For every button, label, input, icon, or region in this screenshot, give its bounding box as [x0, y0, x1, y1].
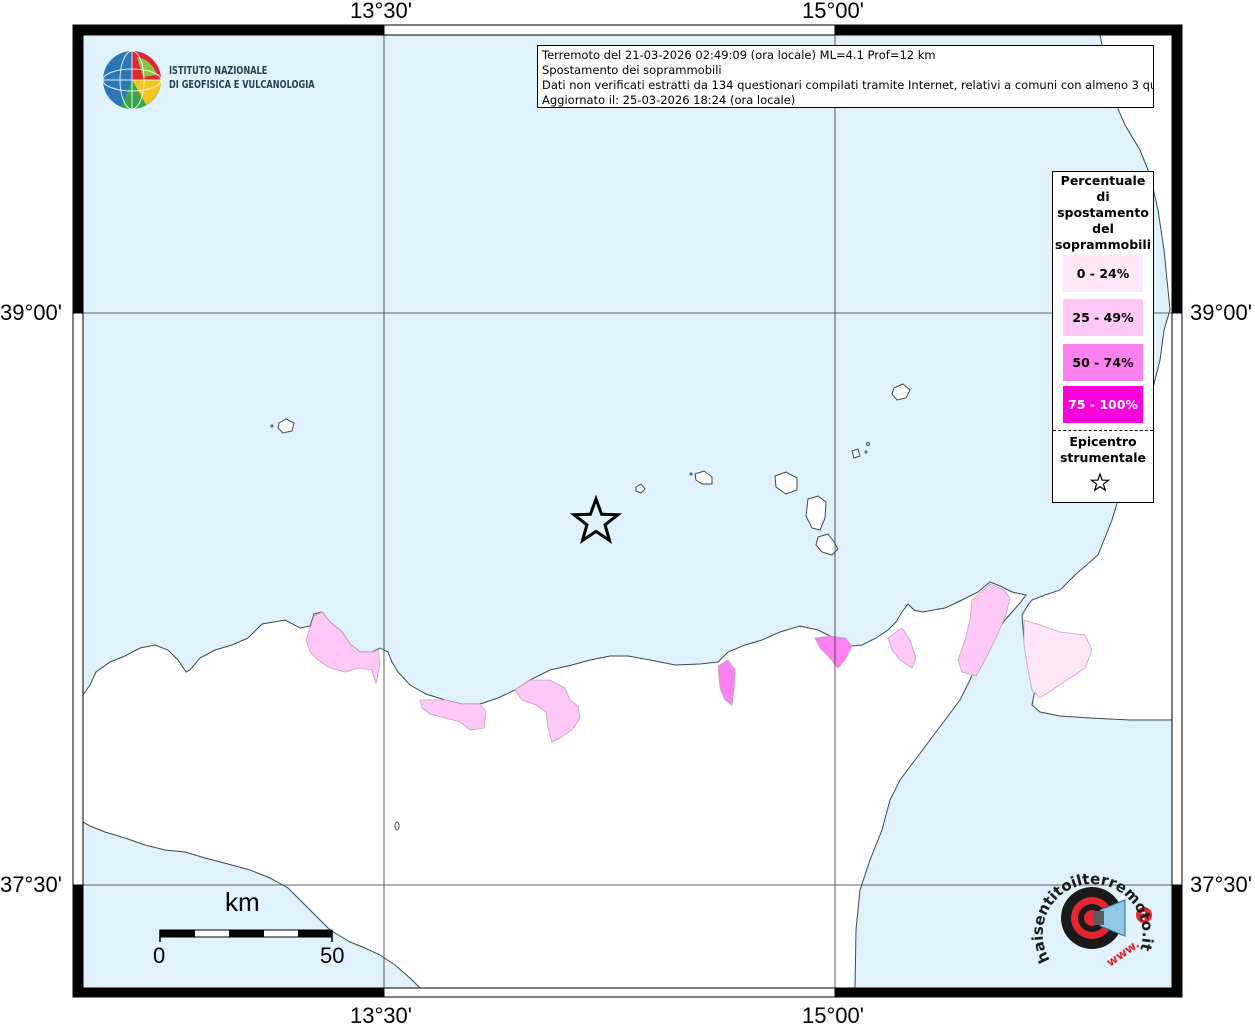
legend: Percentuale di spostamento del soprammob…: [1052, 171, 1154, 503]
scale-unit: km: [225, 887, 260, 917]
legend-title-line: del: [1092, 221, 1114, 236]
earthquake-info-box: Terremoto del 21-03-2026 02:49:09 (ora l…: [537, 45, 1154, 108]
ingv-globe-logo: [102, 50, 162, 110]
legend-star-icon: [1089, 472, 1111, 492]
legend-class-50-74: 50 - 74%: [1063, 344, 1143, 381]
info-line-parameter: Spostamento dei soprammobili: [542, 63, 722, 77]
haisentito-logo: ? haisentitoilterremoto.it www.: [1030, 870, 1157, 970]
ingv-line2: DI GEOFISICA E VULCANOLOGIA: [169, 79, 315, 91]
lat-tick-left-3900: 39°00': [0, 300, 62, 325]
scale-max: 50: [320, 943, 345, 968]
legend-title-line: soprammobili: [1054, 237, 1151, 252]
legend-title-line: di: [1096, 189, 1110, 204]
ingv-line1: ISTITUTO NAZIONALE: [169, 65, 268, 77]
legend-class-0-24: 0 - 24%: [1063, 255, 1143, 292]
scale-min: 0: [153, 943, 166, 968]
info-line-updated: Aggiornato il: 25-03-2026 18:24 (ora loc…: [542, 93, 796, 107]
legend-class-75-100: 75 - 100%: [1063, 386, 1143, 423]
legend-title: Percentuale di spostamento del soprammob…: [1053, 172, 1153, 253]
legend-epicenter-line: Epicentro: [1069, 434, 1137, 449]
ingv-name: ISTITUTO NAZIONALE DI GEOFISICA E VULCAN…: [169, 64, 315, 92]
lat-tick-right-3900: 39°00': [1190, 300, 1252, 325]
lat-tick-right-3730: 37°30': [1190, 872, 1252, 897]
lon-tick-top-1500: 15°00': [802, 0, 864, 23]
legend-title-line: Percentuale: [1060, 173, 1146, 188]
island-panarea: [851, 448, 861, 459]
lat-tick-left-3730: 37°30': [0, 872, 62, 897]
info-line-source: Dati non verificati estratti da 134 ques…: [542, 78, 1154, 92]
lon-tick-top-1330: 13°30': [350, 0, 412, 23]
info-line-event: Terremoto del 21-03-2026 02:49:09 (ora l…: [542, 48, 936, 62]
legend-epicenter-line: strumentale: [1059, 450, 1147, 465]
legend-separator: [1053, 430, 1153, 431]
legend-title-line: spostamento: [1057, 205, 1149, 220]
legend-epicenter-title: Epicentro strumentale: [1053, 434, 1153, 466]
legend-class-25-49: 25 - 49%: [1063, 299, 1143, 336]
